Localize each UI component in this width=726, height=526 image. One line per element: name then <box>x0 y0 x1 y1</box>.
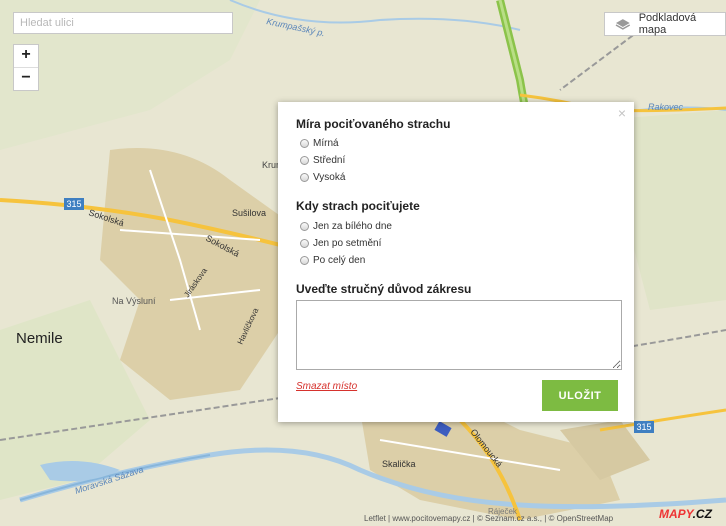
mapy-cz-logo: MAPY.CZ <box>659 507 712 521</box>
reason-textarea[interactable] <box>296 300 622 370</box>
when-option-all-day-label: Po celý den <box>313 255 366 266</box>
radio-high[interactable] <box>300 173 309 182</box>
zoom-in-button[interactable]: + <box>14 45 38 67</box>
label-na-vysluni: Na Výsluní <box>112 296 156 306</box>
fear-option-mild-label: Mírná <box>313 138 339 149</box>
reason-heading: Uveďte stručný důvod zákresu <box>296 282 472 296</box>
save-button[interactable]: ULOŽIT <box>542 380 618 411</box>
zoom-out-button[interactable]: − <box>14 67 38 90</box>
fear-option-mild[interactable]: Mírná <box>300 138 339 149</box>
radio-day[interactable] <box>300 222 309 231</box>
zoom-control: + − <box>13 44 39 91</box>
base-layer-label: Podkladová mapa <box>638 12 697 36</box>
when-option-night[interactable]: Jen po setmění <box>300 238 381 249</box>
radio-all-day[interactable] <box>300 256 309 265</box>
layers-icon <box>615 19 631 30</box>
fear-level-heading: Míra pociťovaného strachu <box>296 117 451 131</box>
fear-option-medium[interactable]: Střední <box>300 155 345 166</box>
road-shield-315-left: 315 <box>66 199 81 209</box>
logo-part-a: MAPY <box>659 507 693 521</box>
close-icon[interactable]: × <box>618 105 626 121</box>
fear-option-high-label: Vysoká <box>313 172 346 183</box>
search-input[interactable] <box>13 12 233 34</box>
fear-report-dialog: × Míra pociťovaného strachu Mírná Středn… <box>278 102 634 422</box>
logo-part-b: .CZ <box>692 507 712 521</box>
map-attribution: Letflet | www.pocitovemapy.cz | © Seznam… <box>364 514 614 523</box>
when-option-night-label: Jen po setmění <box>313 238 382 249</box>
label-nemile: Nemile <box>16 330 63 347</box>
base-layer-button[interactable]: Podkladová mapa <box>604 12 726 36</box>
fear-option-high[interactable]: Vysoká <box>300 172 345 183</box>
when-option-all-day[interactable]: Po celý den <box>300 255 365 266</box>
when-heading: Kdy strach pociťujete <box>296 199 420 213</box>
label-rakovec: Rakovec <box>648 102 684 112</box>
label-susilova: Sušilova <box>232 208 266 218</box>
label-skalicka: Skalička <box>382 459 416 469</box>
delete-place-link[interactable]: Smazat místo <box>296 381 357 392</box>
radio-mild[interactable] <box>300 139 309 148</box>
when-option-day-label: Jen za bílého dne <box>313 221 392 232</box>
fear-option-medium-label: Střední <box>313 155 346 166</box>
when-option-day[interactable]: Jen za bílého dne <box>300 221 392 232</box>
radio-night[interactable] <box>300 239 309 248</box>
radio-medium[interactable] <box>300 156 309 165</box>
road-shield-315-right: 315 <box>636 422 651 432</box>
